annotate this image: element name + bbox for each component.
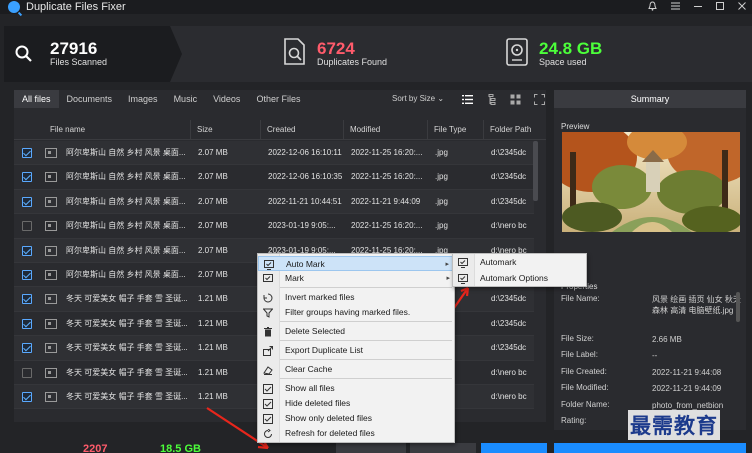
- automark-icon: [458, 258, 468, 268]
- menu-item-clear-cache[interactable]: Clear Cache: [258, 362, 456, 377]
- submenu-item-automark-options[interactable]: Automark Options: [453, 271, 586, 286]
- show-deleted-icon: [263, 414, 273, 424]
- watermark-logo: 最需教育: [628, 410, 720, 440]
- submenu-item-label: Automark Options: [480, 273, 549, 283]
- filter-icon: [263, 308, 273, 318]
- menu-item-mark[interactable]: Mark ▸: [258, 271, 456, 286]
- menu-separator: [280, 321, 452, 322]
- menu-item-label: Refresh for deleted files: [285, 428, 375, 438]
- menu-item-label: Hide deleted files: [285, 398, 351, 408]
- menu-item-label: Mark: [285, 273, 304, 283]
- hide-deleted-icon: [263, 399, 273, 409]
- clear-cache-icon: [263, 366, 273, 375]
- submenu-item-label: Automark: [480, 257, 517, 267]
- export-icon: [263, 346, 273, 356]
- auto-mark-submenu: Automark Automark Options: [452, 253, 587, 287]
- submenu-arrow-icon: ▸: [445, 261, 449, 268]
- trash-icon: [264, 327, 272, 337]
- menu-item-label: Invert marked files: [285, 292, 355, 302]
- refresh-icon: [264, 429, 272, 438]
- submenu-item-automark[interactable]: Automark: [453, 255, 586, 270]
- submenu-arrow-icon: ▸: [446, 275, 450, 282]
- menu-item-label: Delete Selected: [285, 326, 346, 336]
- automark-options-icon: [458, 274, 468, 284]
- menu-item-auto-mark[interactable]: Auto Mark ▸: [258, 256, 456, 271]
- menu-separator: [280, 340, 452, 341]
- menu-item-trash[interactable]: Delete Selected: [258, 324, 456, 339]
- menu-item-show-all[interactable]: Show all files: [258, 381, 456, 396]
- menu-item-hide-deleted[interactable]: Hide deleted files: [258, 396, 456, 411]
- menu-separator: [280, 378, 452, 379]
- mark-icon: [263, 274, 273, 282]
- show-all-icon: [263, 384, 273, 394]
- menu-item-label: Clear Cache: [285, 364, 333, 374]
- menu-item-label: Show all files: [285, 383, 335, 393]
- menu-separator: [280, 287, 452, 288]
- menu-item-label: Export Duplicate List: [285, 345, 363, 355]
- menu-item-invert[interactable]: Invert marked files: [258, 290, 456, 305]
- menu-item-label: Show only deleted files: [285, 413, 372, 423]
- app-window: Duplicate Files Fixer 27916 Files Scanne…: [0, 0, 752, 453]
- invert-icon: [263, 293, 273, 303]
- menu-item-show-deleted[interactable]: Show only deleted files: [258, 411, 456, 426]
- auto-mark-icon: [264, 260, 274, 270]
- context-menu: Auto Mark ▸ Mark ▸ Invert marked files Filter…: [257, 253, 456, 443]
- menu-item-label: Auto Mark: [286, 259, 325, 269]
- menu-item-filter[interactable]: Filter groups having marked files.: [258, 305, 456, 320]
- menu-item-export[interactable]: Export Duplicate List: [258, 343, 456, 358]
- menu-item-refresh[interactable]: Refresh for deleted files: [258, 426, 456, 441]
- menu-item-label: Filter groups having marked files.: [285, 307, 411, 317]
- menu-separator: [280, 359, 452, 360]
